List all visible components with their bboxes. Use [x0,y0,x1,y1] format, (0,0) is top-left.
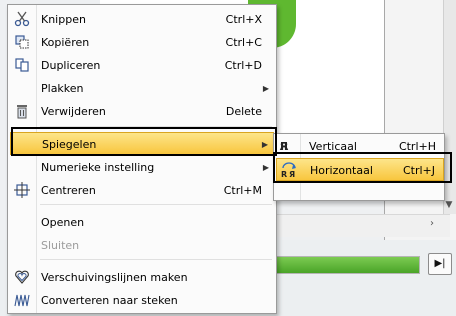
menu-item-label: Kopiëren [41,36,90,49]
shortcut-label: Ctrl+C [225,36,262,49]
submenu-item-verticaal[interactable]: RR Verticaal Ctrl+H [276,135,444,158]
menu-item-label: Verticaal [309,140,357,153]
scissors-icon [13,11,31,28]
center-icon [13,182,31,199]
menu-item-dupliceren[interactable]: Dupliceren Ctrl+D [10,54,274,77]
menu-item-verwijderen[interactable]: Verwijderen Delete [10,100,274,123]
scroll-right-arrow-icon[interactable]: › [430,218,434,229]
shortcut-label: Ctrl+X [225,13,262,26]
menu-item-verschuivingslijnen-maken[interactable]: Verschuivingslijnen maken [10,266,274,289]
menu-item-label: Knippen [41,13,86,26]
copy-icon [13,34,31,51]
menu-separator [40,126,272,127]
menu-separator [40,204,272,205]
shortcut-label: Ctrl+J [402,164,435,177]
svg-text:Я: Я [289,170,295,178]
stitches-icon [13,292,31,309]
svg-text:R: R [281,170,287,178]
flip-vertical-icon: RR [279,138,297,155]
menu-item-label: Converteren naar steken [41,294,178,307]
stitch-progress-bar[interactable] [268,256,420,274]
menu-item-spiegelen[interactable]: Spiegelen ▶ [10,132,274,155]
menu-item-kopieren[interactable]: Kopiëren Ctrl+C [10,31,274,54]
submenu-arrow-icon: ▶ [262,84,269,93]
menu-item-label: Sluiten [41,239,80,252]
menu-item-label: Numerieke instelling [41,161,155,174]
spiegelen-submenu: RR Verticaal Ctrl+H RЯ Horizontaal Ctrl+… [273,133,445,201]
shortcut-label: Ctrl+M [223,184,262,197]
menu-item-label: Horizontaal [310,164,373,177]
menu-item-numerieke-instelling[interactable]: Numerieke instelling ▶ [10,156,274,179]
menu-item-knippen[interactable]: Knippen Ctrl+X [10,8,274,31]
submenu-arrow-icon: ▶ [261,140,268,149]
shortcut-label: Ctrl+H [398,140,436,153]
menu-item-label: Centreren [41,184,96,197]
skip-to-end-button[interactable]: ▶| [428,253,452,275]
menu-item-converteren-naar-steken[interactable]: Converteren naar steken [10,289,274,312]
shortcut-label: Ctrl+D [224,59,262,72]
duplicate-icon [13,57,31,74]
menu-item-label: Openen [41,216,85,229]
submenu-item-horizontaal[interactable]: RЯ Horizontaal Ctrl+J [276,158,444,181]
menu-item-label: Spiegelen [42,138,97,151]
menu-item-openen[interactable]: Openen [10,211,274,234]
trash-icon [13,103,31,120]
menu-separator [40,259,272,260]
submenu-arrow-icon: ▶ [262,163,269,172]
menu-item-centreren[interactable]: Centreren Ctrl+M [10,179,274,202]
flip-horizontal-icon: RЯ [280,162,298,179]
shortcut-label: Delete [225,105,262,118]
menu-item-label: Plakken [41,82,84,95]
scroll-down-arrow-icon[interactable]: ▼ [442,200,456,210]
menu-item-label: Dupliceren [41,59,101,72]
heart-outline-icon [13,269,31,286]
menu-item-plakken[interactable]: Plakken ▶ [10,77,274,100]
svg-text:R: R [279,140,288,153]
progress-fill [269,257,419,273]
context-menu: Knippen Ctrl+X Kopiëren Ctrl+C Duplicere… [7,4,277,314]
menu-item-sluiten: Sluiten [10,234,274,257]
menu-item-label: Verschuivingslijnen maken [41,271,188,284]
menu-item-label: Verwijderen [41,105,106,118]
